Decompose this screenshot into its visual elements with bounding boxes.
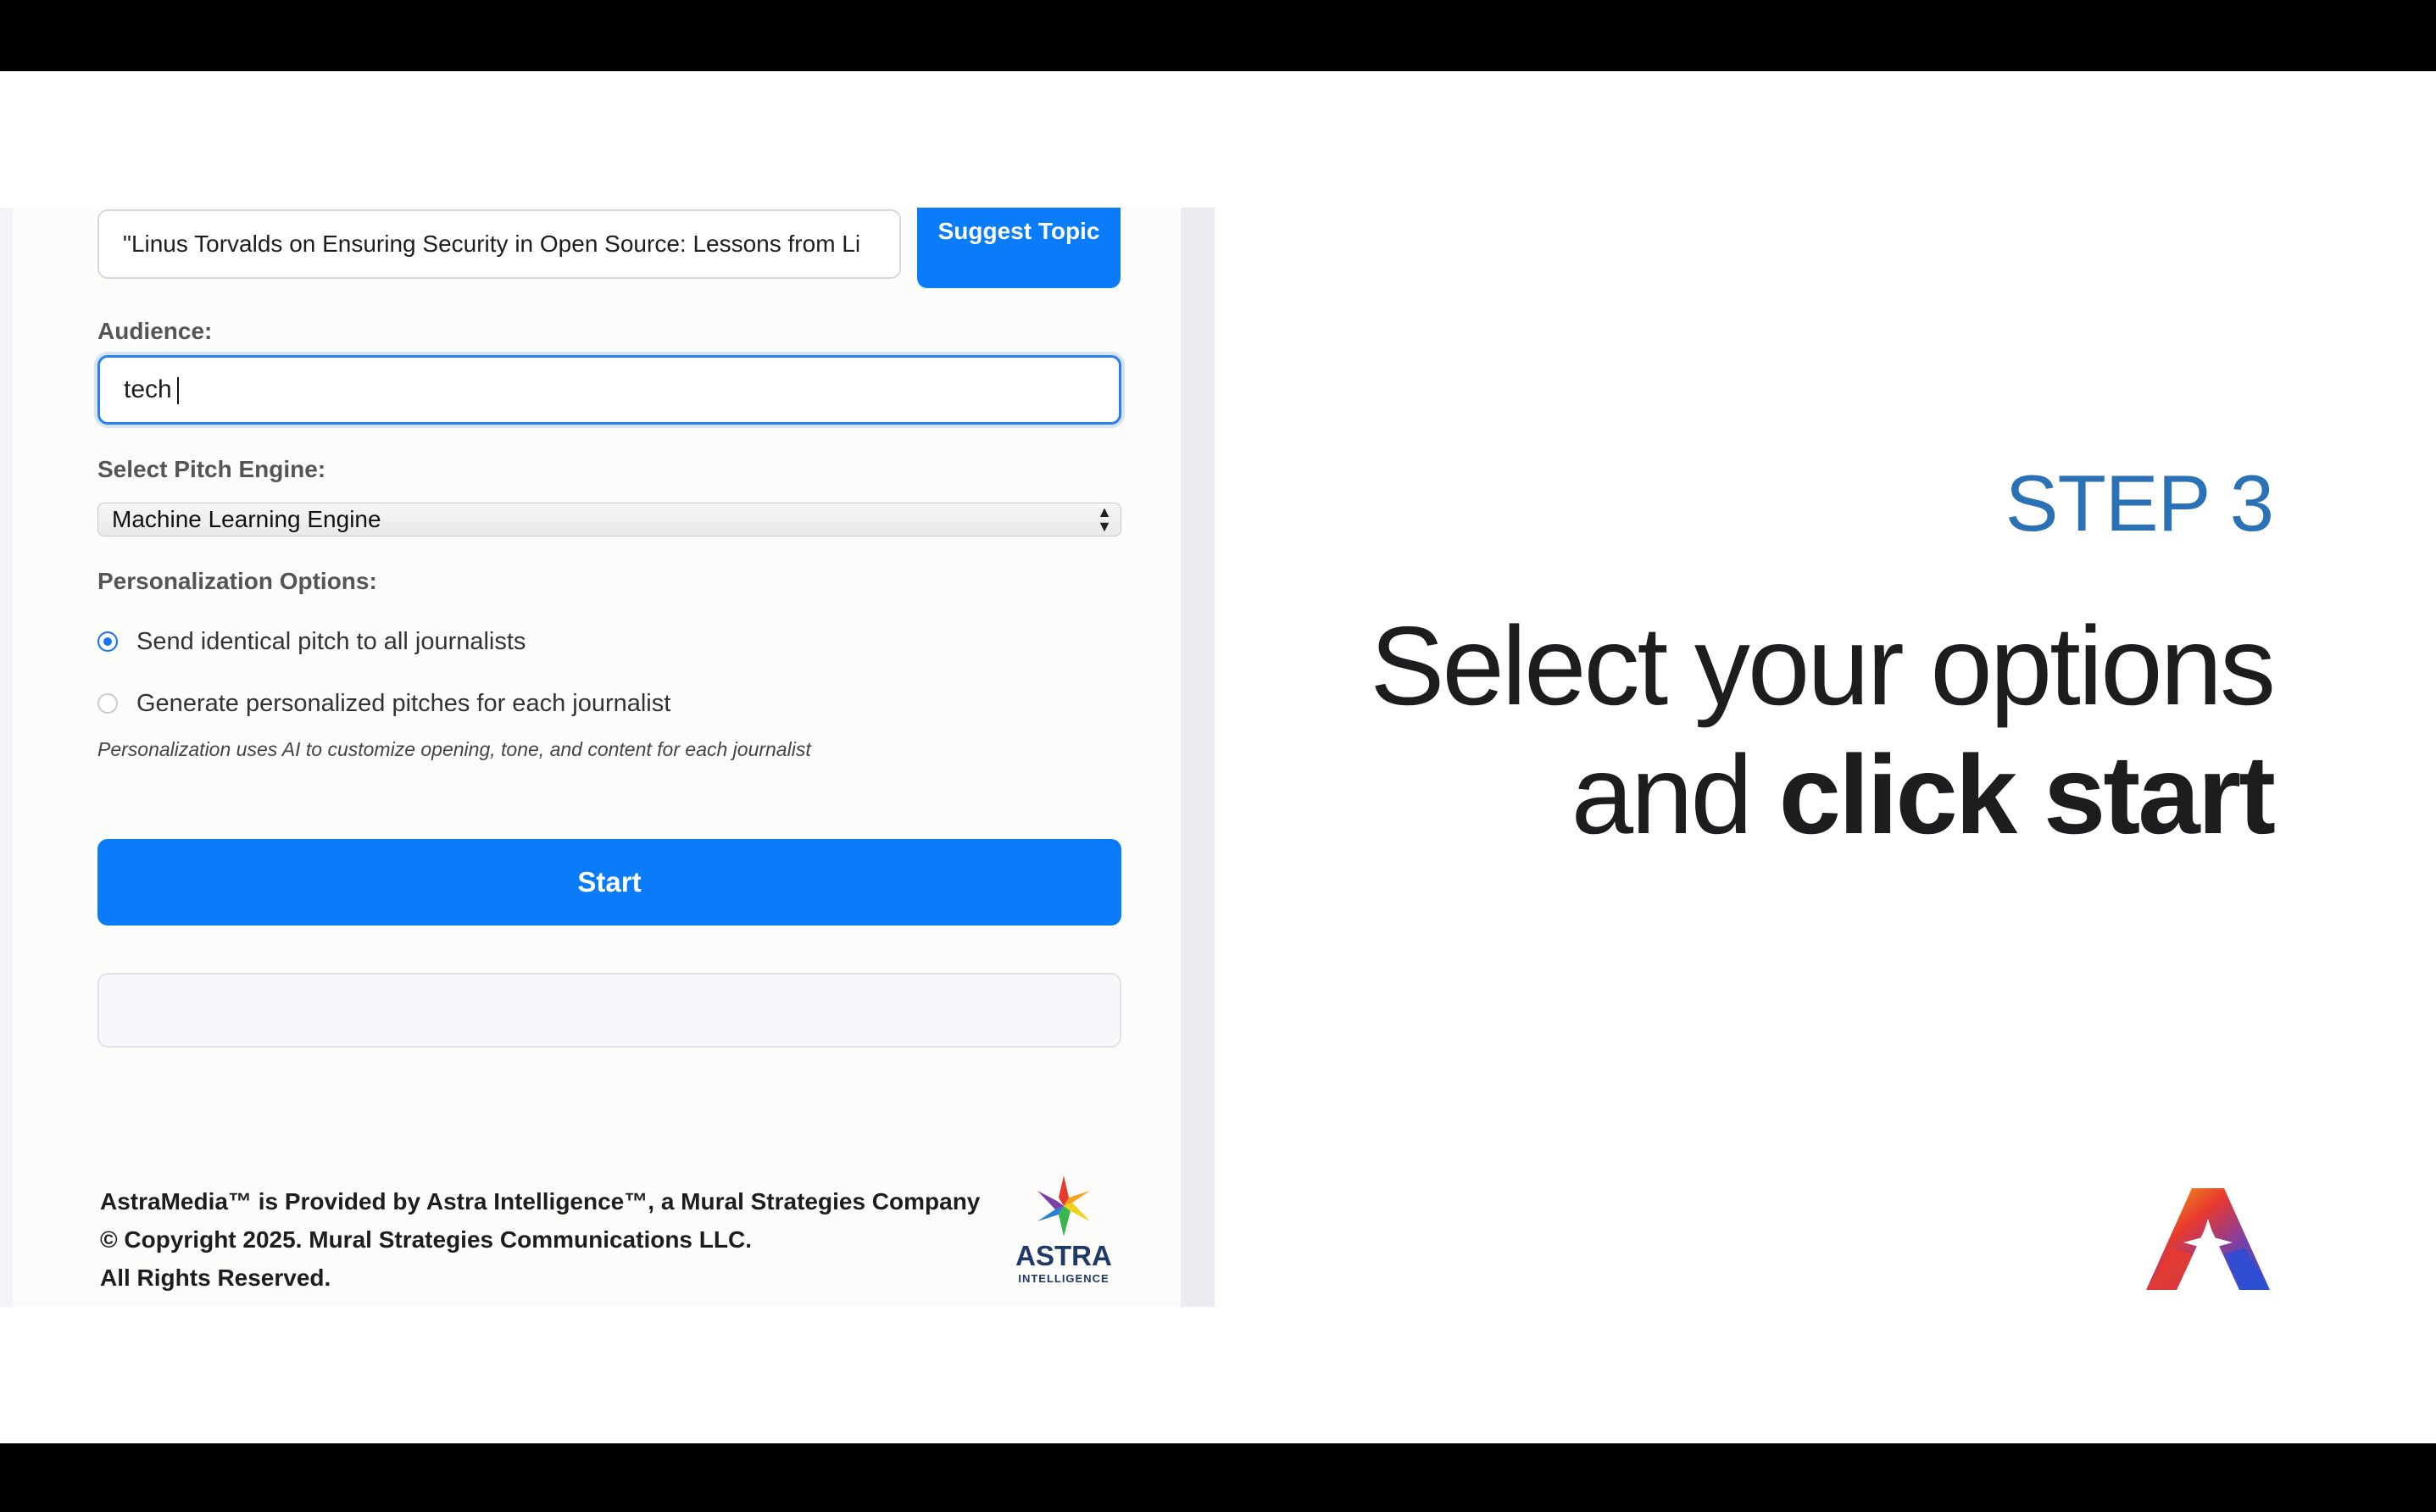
letterbox-top <box>0 0 2436 71</box>
pitch-engine-value: Machine Learning Engine <box>112 506 381 532</box>
astra-intelligence-logo: ASTRA INTELLIGENCE <box>1015 1176 1112 1285</box>
audience-value: tech <box>124 375 172 403</box>
suggest-topic-button[interactable]: Suggest Topic <box>917 208 1121 288</box>
footer-line-1: AstraMedia™ is Provided by Astra Intelli… <box>100 1188 981 1215</box>
text-caret <box>176 377 179 405</box>
logo-sub: INTELLIGENCE <box>1018 1272 1109 1285</box>
option-identical-label: Send identical pitch to all journalists <box>136 627 526 655</box>
status-output <box>97 973 1121 1048</box>
form-page: "Linus Torvalds on Ensuring Security in … <box>13 208 1181 1307</box>
radio-personalized[interactable] <box>97 693 118 714</box>
headline-line-2-regular: and <box>1571 732 1779 857</box>
audience-label: Audience: <box>97 318 213 344</box>
page-gutter <box>1181 208 1215 1307</box>
start-button[interactable]: Start <box>97 839 1121 926</box>
audience-input[interactable]: tech <box>97 355 1121 425</box>
select-arrows-icon: ▲ ▼ <box>1097 503 1112 535</box>
option-identical[interactable]: Send identical pitch to all journalists <box>97 625 526 659</box>
headline-line-1: Select your options <box>1370 603 2276 728</box>
slide-headline: Select your options and click start <box>1370 602 2276 859</box>
footer-line-3: All Rights Reserved. <box>100 1265 331 1291</box>
personalization-label: Personalization Options: <box>97 568 377 594</box>
astra-brand-icon <box>2146 1188 2270 1290</box>
app-screenshot: "Linus Torvalds on Ensuring Security in … <box>0 208 1215 1307</box>
pitch-engine-select[interactable]: Machine Learning Engine ▲ ▼ <box>97 503 1121 536</box>
personalization-note: Personalization uses AI to customize ope… <box>97 738 811 760</box>
engine-label: Select Pitch Engine: <box>97 456 326 482</box>
radio-identical[interactable] <box>97 631 118 652</box>
step-title: STEP 3 <box>2005 459 2274 548</box>
headline-line-2: and click start <box>1370 731 2276 859</box>
headline-line-2-bold: click start <box>1778 732 2276 857</box>
letterbox-bottom <box>0 1443 2436 1512</box>
option-personalized-label: Generate personalized pitches for each j… <box>136 689 671 717</box>
option-personalized[interactable]: Generate personalized pitches for each j… <box>97 687 670 720</box>
footer-line-2: © Copyright 2025. Mural Strategies Commu… <box>100 1226 752 1253</box>
footer-text: AstraMedia™ is Provided by Astra Intelli… <box>100 1182 980 1297</box>
logo-word: ASTRA <box>1015 1240 1112 1271</box>
topic-input[interactable]: "Linus Torvalds on Ensuring Security in … <box>97 209 901 279</box>
